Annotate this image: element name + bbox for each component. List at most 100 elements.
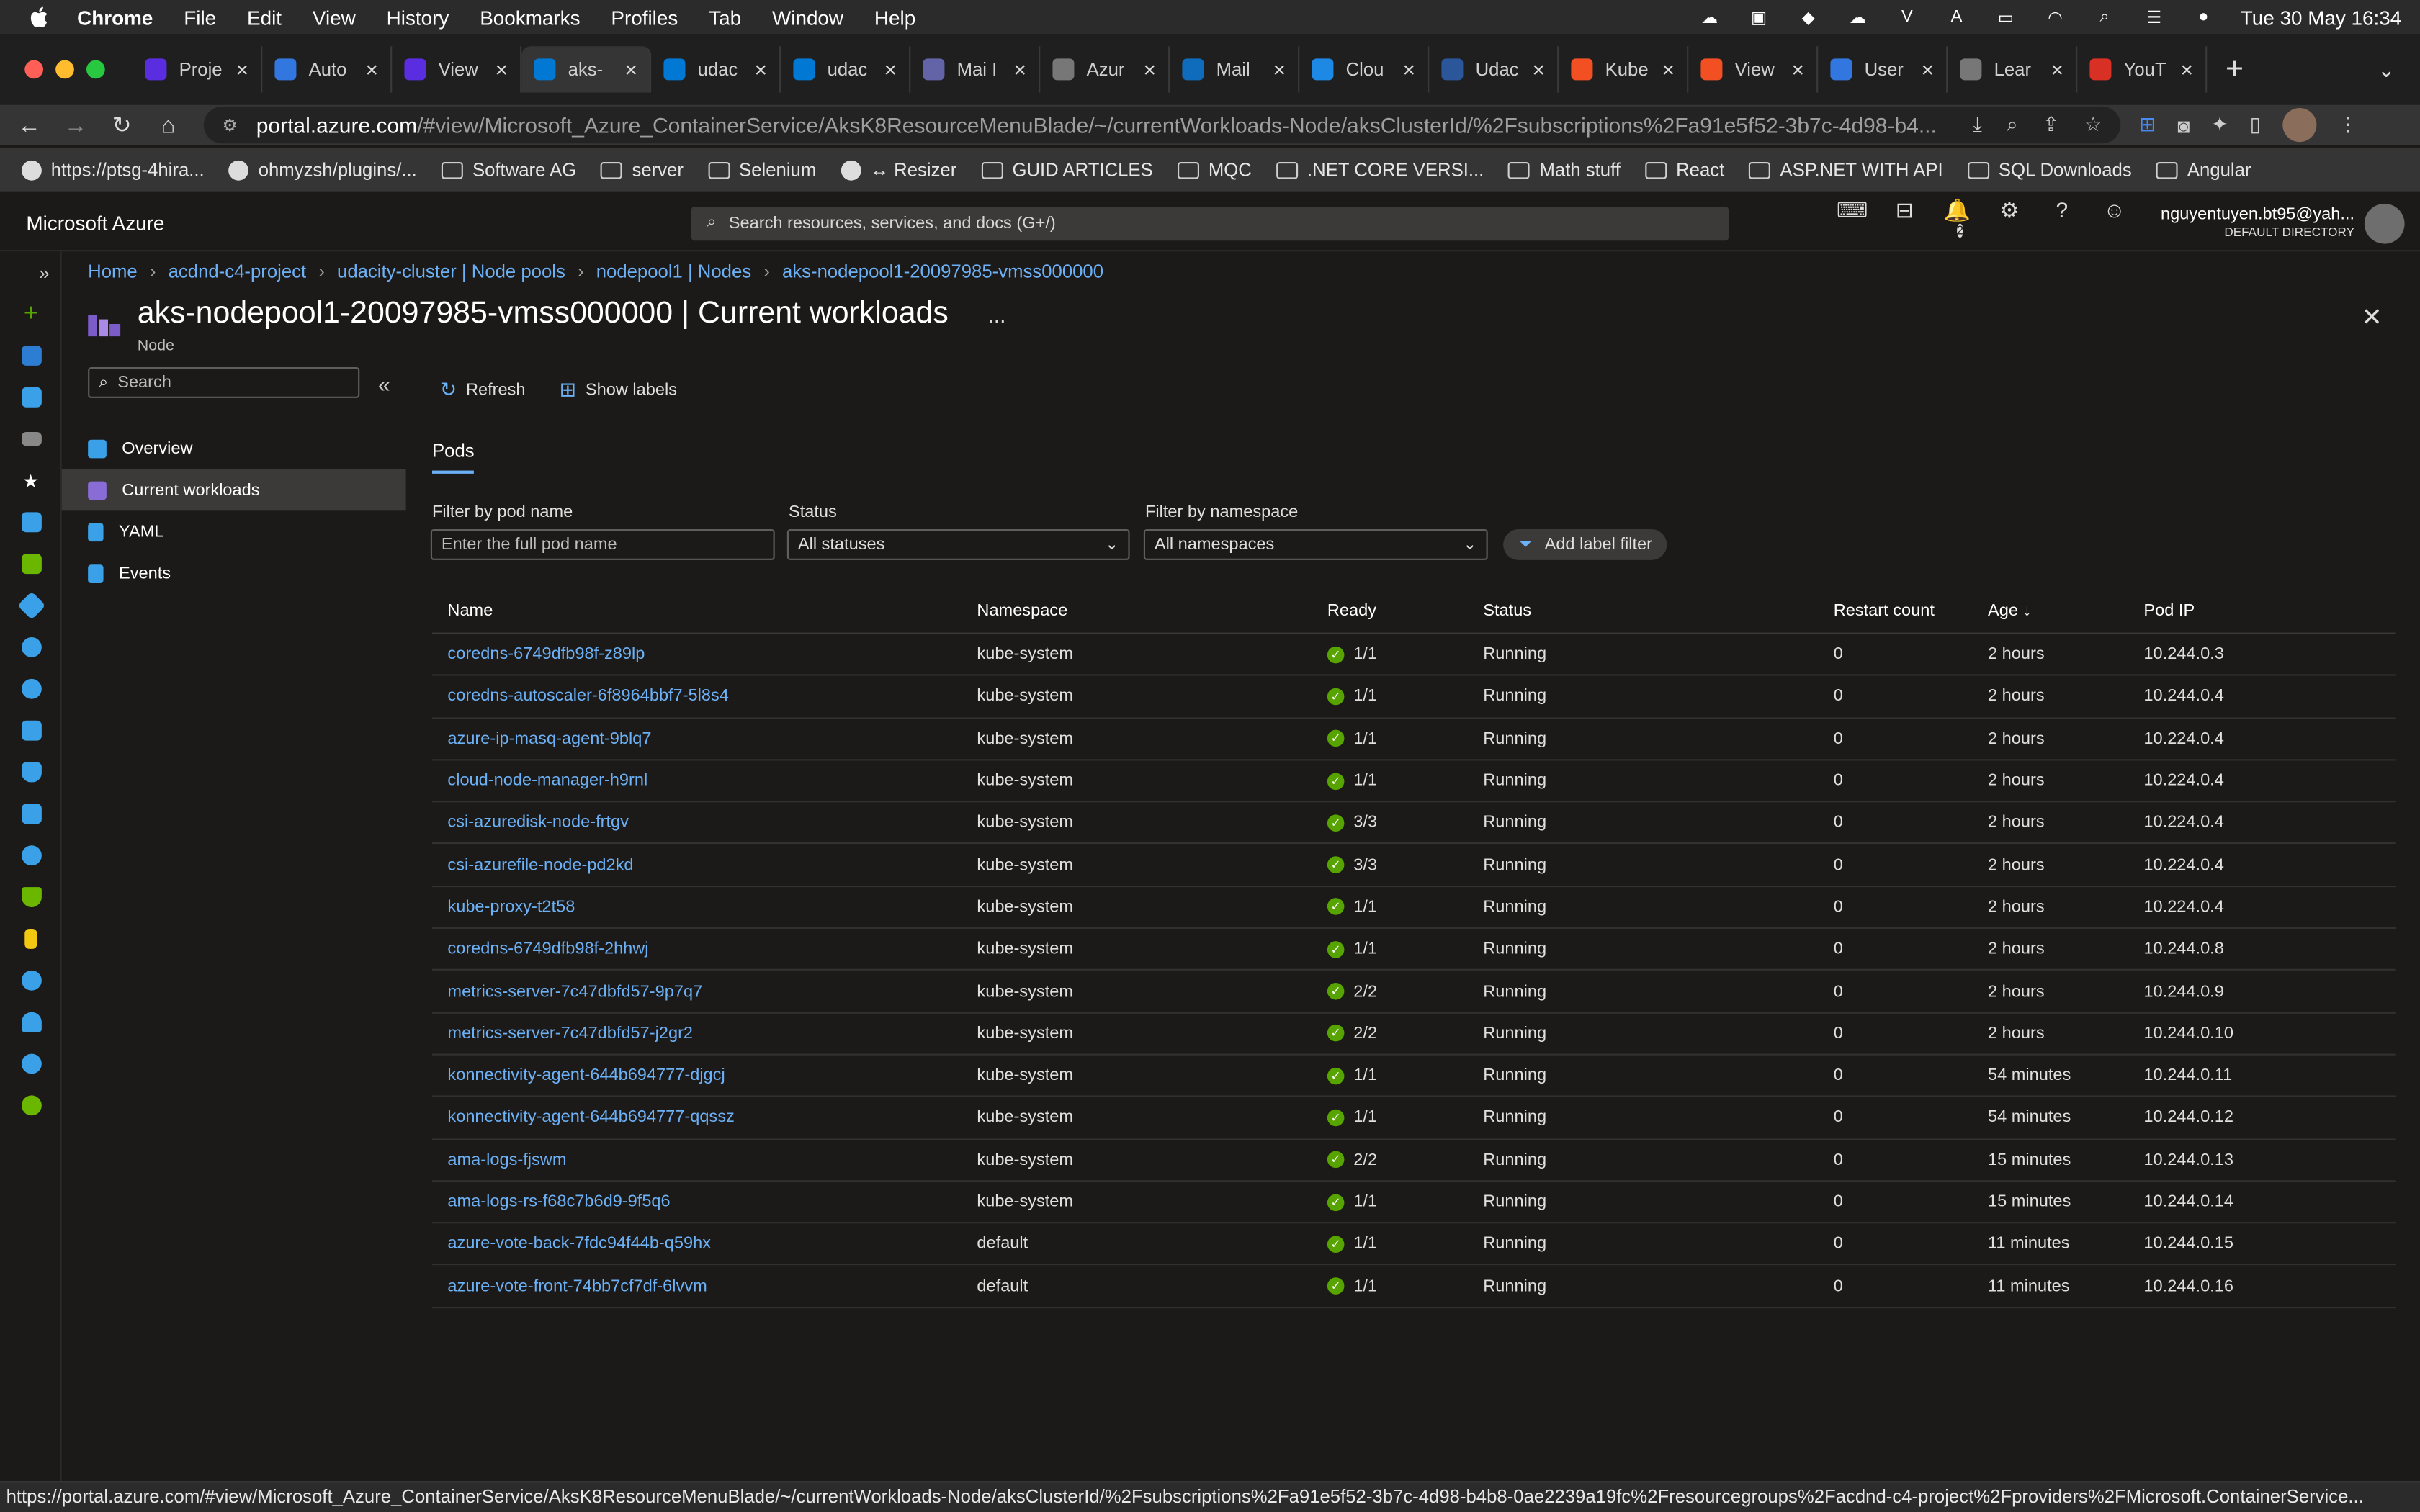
spotlight-search-icon[interactable]: ⌕ (2092, 6, 2117, 28)
wifi-icon[interactable]: ◠ (2043, 6, 2067, 28)
app-service-icon[interactable] (0, 585, 62, 626)
vpn-icon[interactable]: V (1895, 6, 1919, 28)
close-tab-icon[interactable]: × (884, 57, 897, 81)
help-support-icon[interactable] (0, 1084, 62, 1126)
bookmark-star-icon[interactable]: ☆ (2084, 112, 2102, 137)
tab-pods[interactable]: Pods (432, 440, 475, 474)
column-header-restart-count[interactable]: Restart count (1834, 601, 1988, 620)
menu-window[interactable]: Window (757, 6, 859, 29)
bookmark-folder[interactable]: Software AG (442, 159, 576, 181)
bookmark-item[interactable]: ↔ Resizer (841, 159, 956, 181)
resource-group-icon[interactable] (0, 501, 62, 543)
column-header-ready[interactable]: Ready (1327, 601, 1483, 620)
home-icon[interactable]: ⌂ (145, 112, 191, 138)
camera-extension-icon[interactable]: ◙ (2177, 114, 2190, 137)
pod-name-link[interactable]: kube-proxy-t2t58 (432, 898, 977, 917)
close-tab-icon[interactable]: × (1921, 57, 1934, 81)
bookmark-folder[interactable]: Math stuff (1508, 159, 1621, 181)
home-icon[interactable] (0, 335, 62, 377)
browser-tab[interactable]: View × (392, 46, 522, 93)
global-search-input[interactable]: ⌕ Search resources, services, and docs (… (691, 206, 1729, 240)
refresh-button[interactable]: ↻ Refresh (440, 378, 526, 402)
recent-clock-icon[interactable] (0, 626, 62, 668)
browser-tab[interactable]: udac × (781, 46, 911, 93)
close-tab-icon[interactable]: × (1143, 57, 1156, 81)
menu-view[interactable]: View (297, 6, 371, 29)
site-info-icon[interactable]: ⚙ (223, 116, 241, 136)
pod-name-link[interactable]: cloud-node-manager-h9rnl (432, 771, 977, 790)
dashboard-icon[interactable] (0, 377, 62, 418)
status-filter-dropdown[interactable]: All statuses ⌄ (786, 529, 1130, 560)
close-tab-icon[interactable]: × (2051, 57, 2063, 81)
apple-icon[interactable] (28, 6, 50, 29)
tab-search-chevron-icon[interactable]: ⌄ (2378, 56, 2396, 82)
back-icon[interactable]: ← (6, 112, 53, 138)
close-tab-icon[interactable]: × (624, 57, 637, 81)
breadcrumb-home[interactable]: Home (88, 261, 138, 282)
bookmark-item[interactable]: ohmyzsh/plugins/... (228, 159, 417, 181)
resource-menu-search-input[interactable]: ⌕ Search (88, 366, 360, 398)
column-header-name[interactable]: Name (432, 601, 977, 620)
browser-tab[interactable]: Mai I × (910, 46, 1041, 93)
close-tab-icon[interactable]: × (1273, 57, 1286, 81)
resource-menu-item-yaml[interactable]: YAML (62, 510, 406, 552)
menubar-clock[interactable]: Tue 30 May 16:34 (2241, 6, 2402, 29)
key-vault-icon[interactable] (0, 918, 62, 960)
elephant-icon[interactable]: ◆ (1796, 6, 1821, 28)
help-icon[interactable]: ? (2046, 197, 2077, 249)
pod-name-link[interactable]: metrics-server-7c47dbfd57-j2gr2 (432, 1024, 977, 1043)
zoom-window-button[interactable] (86, 60, 105, 79)
close-tab-icon[interactable]: × (365, 57, 378, 81)
browser-tab[interactable]: View × (1688, 46, 1819, 93)
menu-bookmarks[interactable]: Bookmarks (465, 6, 596, 29)
bookmark-folder[interactable]: GUID ARTICLES (981, 159, 1153, 181)
monitor-icon[interactable] (0, 793, 62, 834)
pod-name-link[interactable]: azure-ip-masq-agent-9blq7 (432, 729, 977, 748)
new-tab-button[interactable]: + (2226, 52, 2244, 87)
pod-name-link[interactable]: azure-vote-back-7fdc94f44b-q59hx (432, 1235, 977, 1254)
cloud-shell-icon[interactable]: ⌨ (1837, 197, 1868, 249)
pod-name-link[interactable]: metrics-server-7c47dbfd57-9p7q7 (432, 982, 977, 1001)
bookmark-item[interactable]: https://ptsg-4hira... (22, 159, 205, 181)
notifications-bell-icon[interactable]: 🔔2 (1942, 197, 1973, 249)
browser-tab[interactable]: Mail × (1170, 46, 1300, 93)
pod-name-link[interactable]: ama-logs-fjswm (432, 1151, 977, 1169)
bookmark-folder[interactable]: MQC (1178, 159, 1252, 181)
close-window-button[interactable] (24, 60, 43, 79)
cost-management-icon[interactable] (0, 1043, 62, 1085)
cloud-storage-icon[interactable] (0, 834, 62, 876)
browser-tab[interactable]: YouT × (2077, 46, 2208, 93)
menu-file[interactable]: File (169, 6, 232, 29)
bookmark-folder[interactable]: .NET CORE VERSI... (1276, 159, 1484, 181)
bookmark-folder[interactable]: Angular (2156, 159, 2251, 181)
directory-filter-icon[interactable]: ⊟ (1889, 197, 1920, 249)
control-center-icon[interactable]: ☰ (2142, 6, 2166, 28)
browser-tab[interactable]: Kube × (1559, 46, 1689, 93)
address-url[interactable]: portal.azure.com/#view/Microsoft_Azure_C… (256, 112, 1948, 137)
more-options-icon[interactable]: ... (987, 302, 1005, 327)
show-labels-button[interactable]: ⊞ Show labels (560, 378, 677, 402)
battery-icon[interactable]: ▭ (1994, 6, 2018, 28)
all-resources-icon[interactable] (0, 543, 62, 585)
bookmark-folder[interactable]: Selenium (708, 159, 816, 181)
resource-menu-item-events[interactable]: Events (62, 552, 406, 594)
share-icon[interactable]: ⇪ (2043, 112, 2059, 137)
close-tab-icon[interactable]: × (1402, 57, 1415, 81)
menu-help[interactable]: Help (859, 6, 931, 29)
menu-profiles[interactable]: Profiles (596, 6, 694, 29)
resource-menu-item-current-workloads[interactable]: Current workloads (61, 469, 406, 511)
column-header-age[interactable]: Age ↓ (1988, 601, 2143, 620)
pod-name-link[interactable]: csi-azuredisk-node-frtgv (432, 814, 977, 832)
settings-gear-icon[interactable]: ⚙ (1994, 197, 2025, 249)
zoom-icon[interactable]: ⌕ (2007, 112, 2018, 137)
keyboard-input-icon[interactable]: A (1944, 6, 1968, 28)
close-tab-icon[interactable]: × (1662, 57, 1675, 81)
all-services-icon[interactable] (0, 418, 62, 460)
pod-name-link[interactable]: konnectivity-agent-644b694777-qqssz (432, 1108, 977, 1127)
breadcrumb-node[interactable]: aks-nodepool1-20097985-vmss000000 (782, 261, 1103, 282)
collapse-menu-icon[interactable]: « (378, 372, 390, 396)
install-app-icon[interactable]: ⤓ (1973, 112, 1981, 137)
puzzle-extensions-icon[interactable]: ✦ (2211, 112, 2228, 137)
close-tab-icon[interactable]: × (236, 57, 248, 81)
browser-tab[interactable]: Auto × (262, 46, 393, 93)
